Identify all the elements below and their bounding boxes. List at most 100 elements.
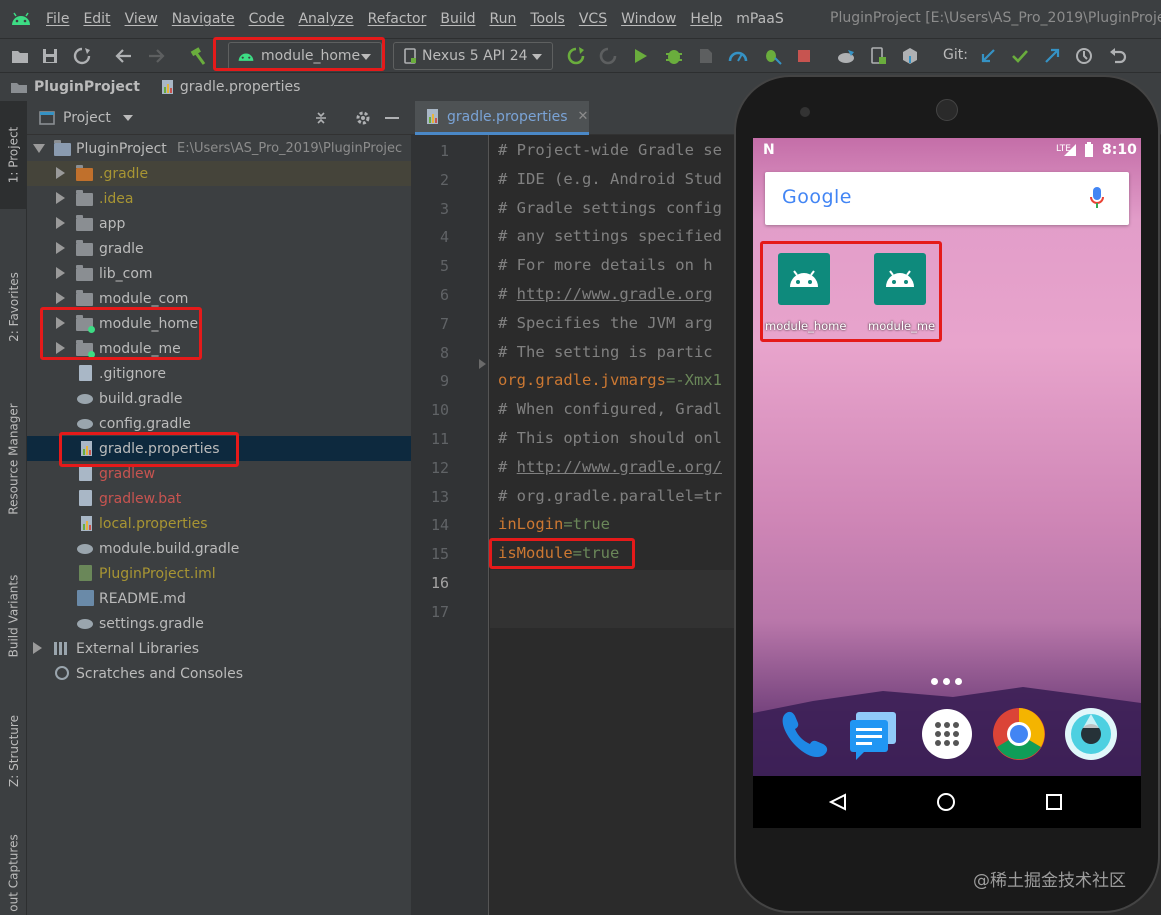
tree-item-external-libraries[interactable]: External Libraries <box>27 636 411 661</box>
tree-item-gradlew-bat[interactable]: gradlew.bat <box>27 486 411 511</box>
tree-root[interactable]: PluginProject E:\Users\AS_Pro_2019\Plugi… <box>27 136 411 161</box>
menu-vcs[interactable]: VCS <box>579 11 607 27</box>
tree-item-label: .gitignore <box>99 365 166 382</box>
tab-build-variants[interactable]: Build Variants <box>0 561 27 671</box>
app-module-me-icon[interactable] <box>874 253 926 305</box>
project-view-label[interactable]: Project <box>63 110 111 126</box>
git-commit-icon[interactable] <box>1010 46 1030 66</box>
apply-code-changes-icon[interactable] <box>598 46 618 66</box>
menu-help[interactable]: Help <box>690 11 722 27</box>
line-number: 17 <box>430 602 449 621</box>
tree-item-app[interactable]: app <box>27 211 411 236</box>
back-arrow-icon[interactable] <box>114 46 134 66</box>
chevron-down-icon[interactable] <box>122 114 133 121</box>
forward-arrow-icon[interactable] <box>146 46 166 66</box>
emulator-screen[interactable]: N LTE 8:10 Google module_home module_me <box>753 138 1141 828</box>
menu-analyze[interactable]: Analyze <box>298 11 353 27</box>
debug-icon[interactable] <box>664 46 684 66</box>
tree-item-label: app <box>99 215 126 232</box>
menu-run[interactable]: Run <box>490 11 517 27</box>
menu-tools[interactable]: Tools <box>530 11 565 27</box>
tab-structure[interactable]: Z: Structure <box>0 701 27 801</box>
tree-item-scratches[interactable]: Scratches and Consoles <box>27 661 411 686</box>
menu-view[interactable]: View <box>125 11 158 27</box>
menu-code[interactable]: Code <box>249 11 285 27</box>
menu-refactor[interactable]: Refactor <box>368 11 427 27</box>
run-icon[interactable] <box>630 46 650 66</box>
microphone-icon[interactable] <box>1090 187 1104 209</box>
tree-item-label: settings.gradle <box>99 615 204 632</box>
editor-tab-gradle-properties[interactable]: gradle.properties ✕ <box>415 101 589 135</box>
tree-item-iml[interactable]: PluginProject.iml <box>27 561 411 586</box>
app-module-home-icon[interactable] <box>778 253 830 305</box>
save-icon[interactable] <box>40 46 60 66</box>
history-icon[interactable] <box>1074 46 1094 66</box>
tree-item-gradle-cache[interactable]: .gradle <box>27 161 411 186</box>
gear-icon[interactable] <box>355 110 371 126</box>
collapse-all-icon[interactable] <box>313 110 329 126</box>
battery-icon <box>1085 142 1093 157</box>
toolbar: module_home Nexus 5 API 24 Git: <box>0 37 1161 72</box>
chrome-icon[interactable] <box>991 706 1047 762</box>
close-icon[interactable]: ✕ <box>578 109 589 124</box>
device-select[interactable]: Nexus 5 API 24 <box>393 42 553 70</box>
menu-navigate[interactable]: Navigate <box>172 11 235 27</box>
sdk-manager-icon[interactable] <box>900 46 920 66</box>
stop-icon[interactable] <box>794 46 814 66</box>
tree-item-gitignore[interactable]: .gitignore <box>27 361 411 386</box>
messages-icon[interactable] <box>846 706 902 762</box>
tree-item-local-properties[interactable]: local.properties <box>27 511 411 536</box>
code-line: # http://www.gradle.org/ <box>498 458 722 476</box>
project-panel-header: Project <box>27 101 411 135</box>
fold-marker-icon[interactable] <box>479 359 486 369</box>
git-update-icon[interactable] <box>978 46 998 66</box>
menu-mpaas[interactable]: mPaaS <box>736 11 784 27</box>
run-config-select[interactable]: module_home <box>228 42 382 70</box>
tab-resource-manager[interactable]: Resource Manager <box>0 389 27 529</box>
gradle-sync-icon[interactable] <box>836 46 856 66</box>
line-number: 1 <box>439 142 449 160</box>
code-token: # The setting is partic <box>498 342 713 361</box>
tree-item-module-build-gradle[interactable]: module.build.gradle <box>27 536 411 561</box>
rollback-icon[interactable] <box>1108 46 1128 66</box>
tab-captures[interactable]: out Captures <box>0 831 27 915</box>
tree-item-module-home[interactable]: module_home <box>27 311 411 336</box>
breadcrumb-file[interactable]: gradle.properties <box>180 79 301 95</box>
tree-item-gradlew[interactable]: gradlew <box>27 461 411 486</box>
google-search-bar[interactable]: Google <box>765 172 1129 225</box>
code-token: # any settings specified <box>498 227 722 246</box>
tab-favorites[interactable]: 2: Favorites <box>0 251 27 363</box>
sync-icon[interactable] <box>72 46 92 66</box>
app-drawer-icon[interactable] <box>919 706 975 762</box>
tree-item-config-gradle[interactable]: config.gradle <box>27 411 411 436</box>
back-icon[interactable] <box>829 793 847 811</box>
apply-changes-icon[interactable] <box>566 46 586 66</box>
tree-item-module-me[interactable]: module_me <box>27 336 411 361</box>
menu-edit[interactable]: Edit <box>83 11 110 27</box>
profiler-icon[interactable] <box>728 46 748 66</box>
avd-manager-icon[interactable] <box>868 46 888 66</box>
home-icon[interactable] <box>936 792 956 812</box>
breadcrumb-project[interactable]: PluginProject <box>34 79 140 95</box>
tree-item-gradle[interactable]: gradle <box>27 236 411 261</box>
tree-item-lib-com[interactable]: lib_com <box>27 261 411 286</box>
menu-file[interactable]: File <box>46 11 69 27</box>
menu-window[interactable]: Window <box>621 11 676 27</box>
tree-item-module-com[interactable]: module_com <box>27 286 411 311</box>
tree-item-gradle-properties[interactable]: gradle.properties <box>27 436 411 461</box>
phone-dialer-icon[interactable] <box>775 706 831 762</box>
attach-debugger-icon[interactable] <box>696 46 716 66</box>
tree-item-idea[interactable]: .idea <box>27 186 411 211</box>
tree-item-build-gradle[interactable]: build.gradle <box>27 386 411 411</box>
tree-item-readme[interactable]: README.md <box>27 586 411 611</box>
minimize-icon[interactable] <box>385 117 399 119</box>
git-push-icon[interactable] <box>1042 46 1062 66</box>
camera-icon[interactable] <box>1063 706 1119 762</box>
open-folder-icon[interactable] <box>10 46 30 66</box>
tab-project[interactable]: 1: Project <box>0 101 27 209</box>
menu-build[interactable]: Build <box>440 11 475 27</box>
debug-attach-bug-icon[interactable] <box>762 46 782 66</box>
recents-icon[interactable] <box>1046 794 1062 810</box>
hammer-icon[interactable] <box>188 46 208 66</box>
tree-item-settings-gradle[interactable]: settings.gradle <box>27 611 411 636</box>
